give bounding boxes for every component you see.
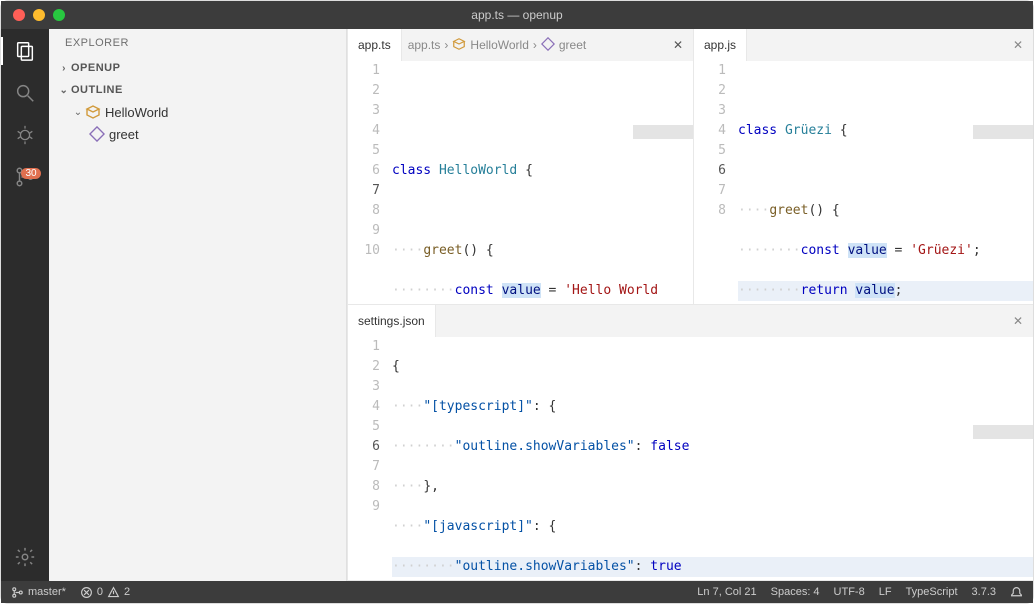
scm-badge: 30 [21,168,40,179]
minimize-window-button[interactable] [33,9,45,21]
window-controls [1,9,65,21]
code-editor[interactable]: 123456789 { ····"[typescript]": { ······… [348,337,1033,581]
editor-pane-app-js: app.js ✕ 12345678 class Grüezi { ····gre… [693,29,1033,305]
breadcrumb-item: HelloWorld [470,38,528,52]
debug-icon[interactable] [13,123,37,147]
chevron-right-icon: › [57,63,71,74]
cursor-position[interactable]: Ln 7, Col 21 [697,586,756,598]
project-label: OPENUP [71,62,120,74]
chevron-right-icon: › [444,38,448,52]
sidebar-tree: › OPENUP ⌄ OUTLINE ⌄ HelloWorld greet [49,57,346,145]
sidebar: EXPLORER › OPENUP ⌄ OUTLINE ⌄ HelloWorld [49,29,347,581]
class-symbol-icon [85,104,101,120]
editor-area: app.ts app.ts › HelloWorld › greet ✕ [347,29,1033,581]
code-body[interactable]: { ····"[typescript]": { ········"outline… [392,337,1033,581]
minimap[interactable] [973,125,1033,139]
tab-bar: settings.json ✕ [348,305,1033,337]
notifications-icon[interactable] [1010,586,1023,599]
tab-app-js[interactable]: app.js [694,29,747,61]
editor-pane-app-ts: app.ts app.ts › HelloWorld › greet ✕ [347,29,693,305]
tab-label: app.js [704,38,736,52]
branch-label: master* [28,586,66,598]
method-symbol-icon [89,126,105,142]
sidebar-title: EXPLORER [49,29,346,57]
chevron-down-icon: ⌄ [71,107,85,118]
close-icon[interactable]: ✕ [673,38,683,52]
tab-bar: app.js ✕ [694,29,1033,61]
line-gutter: 123456789 [348,337,392,581]
explorer-section-outline[interactable]: ⌄ OUTLINE [49,79,346,101]
outline-label: OUTLINE [71,84,123,96]
indentation[interactable]: Spaces: 4 [771,586,820,598]
minimap[interactable] [973,425,1033,439]
code-body[interactable]: class HelloWorld { ····greet() { ·······… [392,61,693,305]
encoding[interactable]: UTF-8 [834,586,865,598]
language-mode[interactable]: TypeScript [906,586,958,598]
error-count: 0 [97,586,103,598]
outline-item-class[interactable]: ⌄ HelloWorld [49,101,346,123]
maximize-window-button[interactable] [53,9,65,21]
code-body[interactable]: class Grüezi { ····greet() { ········con… [738,61,1033,305]
class-symbol-icon [452,37,466,54]
breadcrumb-item: greet [559,38,586,52]
chevron-right-icon: › [533,38,537,52]
problems[interactable]: 0 2 [80,586,130,599]
outline-item-method[interactable]: greet [49,123,346,145]
chevron-down-icon: ⌄ [57,85,71,96]
close-icon[interactable]: ✕ [1013,38,1033,52]
activity-bar: 30 [1,29,49,581]
line-gutter: 12345678910 [348,61,392,305]
editor-pane-settings: settings.json ✕ 123456789 { ····"[typesc… [347,305,1033,581]
tab-settings-json[interactable]: settings.json [348,305,436,337]
warning-count: 2 [124,586,130,598]
settings-gear-icon[interactable] [13,545,37,569]
method-symbol-icon [541,37,555,54]
line-gutter: 12345678 [694,61,738,305]
source-control-icon[interactable]: 30 [13,165,37,189]
tab-actions: ✕ [653,38,693,52]
code-editor[interactable]: 12345678 class Grüezi { ····greet() { ··… [694,61,1033,305]
statusbar: master* 0 2 Ln 7, Col 21 Spaces: 4 UTF-8… [1,581,1033,603]
breadcrumb-item: app.ts [408,38,441,52]
tab-app-ts[interactable]: app.ts [348,29,402,61]
code-editor[interactable]: 12345678910 class HelloWorld { ····greet… [348,61,693,305]
explorer-section-project[interactable]: › OPENUP [49,57,346,79]
close-window-button[interactable] [13,9,25,21]
outline-item-label: HelloWorld [105,105,168,120]
git-branch[interactable]: master* [11,586,66,599]
eol[interactable]: LF [879,586,892,598]
outline-item-label: greet [109,127,139,142]
titlebar: app.ts — openup [1,1,1033,29]
breadcrumb[interactable]: app.ts › HelloWorld › greet [402,37,593,54]
tab-label: settings.json [358,314,425,328]
window-title: app.ts — openup [471,8,562,22]
search-icon[interactable] [13,81,37,105]
tab-bar: app.ts app.ts › HelloWorld › greet ✕ [348,29,693,61]
minimap[interactable] [633,125,693,139]
close-icon[interactable]: ✕ [1013,314,1033,328]
explorer-icon[interactable] [13,39,37,63]
typescript-version[interactable]: 3.7.3 [972,586,996,598]
tab-label: app.ts [358,38,391,52]
